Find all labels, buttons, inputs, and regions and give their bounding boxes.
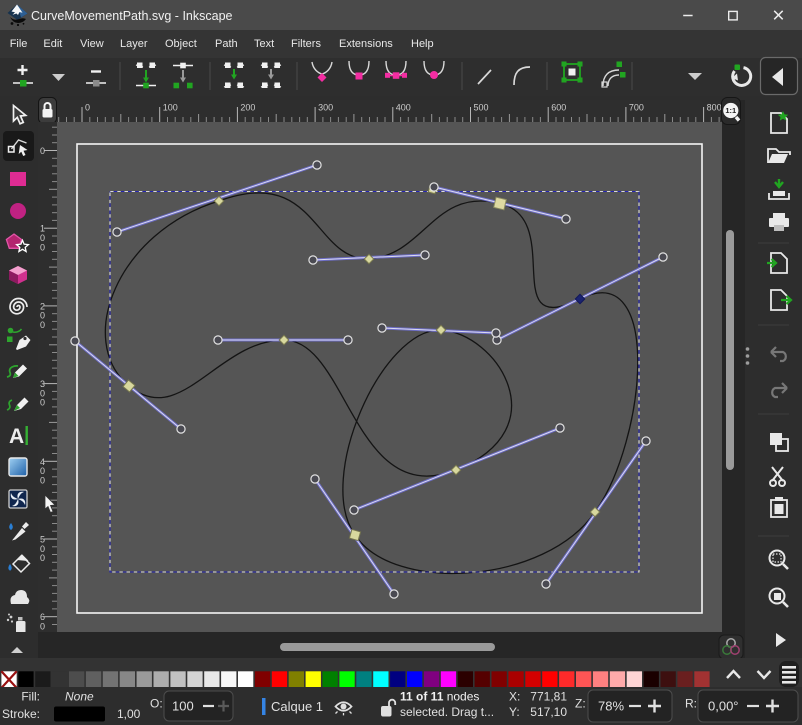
- svg-text:0: 0: [40, 553, 45, 563]
- svg-text:517,10: 517,10: [530, 705, 567, 719]
- svg-text:0: 0: [40, 146, 45, 156]
- svg-text:0,00°: 0,00°: [708, 699, 739, 714]
- svg-text:771,81: 771,81: [530, 690, 567, 704]
- svg-text:0: 0: [40, 475, 45, 485]
- svg-text:Y:: Y:: [509, 705, 520, 719]
- svg-text:A: A: [9, 425, 24, 448]
- svg-text:1,00: 1,00: [117, 707, 141, 721]
- svg-text:78%: 78%: [598, 699, 624, 714]
- svg-text:selected. Drag t...: selected. Drag t...: [400, 705, 494, 719]
- svg-text:0: 0: [40, 398, 45, 408]
- svg-text:11 of 11 nodes: 11 of 11 nodes: [400, 690, 479, 704]
- svg-text:100: 100: [163, 103, 178, 113]
- svg-text:200: 200: [240, 103, 255, 113]
- svg-text:Z:: Z:: [575, 697, 586, 711]
- svg-text:Fill:: Fill:: [21, 690, 40, 704]
- svg-text:100: 100: [172, 699, 194, 714]
- svg-text:0: 0: [40, 320, 45, 330]
- svg-text:1:1: 1:1: [725, 106, 736, 115]
- svg-text:800: 800: [707, 103, 722, 113]
- svg-text:700: 700: [629, 103, 644, 113]
- svg-text:X:: X:: [509, 690, 520, 704]
- svg-text:0: 0: [40, 242, 45, 252]
- svg-text:600: 600: [551, 103, 566, 113]
- svg-text:Calque 1: Calque 1: [271, 699, 323, 714]
- svg-text:Stroke:: Stroke:: [2, 707, 40, 721]
- svg-text:400: 400: [396, 103, 411, 113]
- svg-text:500: 500: [474, 103, 489, 113]
- svg-text:R:: R:: [685, 697, 697, 711]
- svg-text:O:: O:: [150, 697, 163, 711]
- svg-text:0: 0: [85, 103, 90, 113]
- svg-text:300: 300: [318, 103, 333, 113]
- svg-text:None: None: [65, 690, 94, 704]
